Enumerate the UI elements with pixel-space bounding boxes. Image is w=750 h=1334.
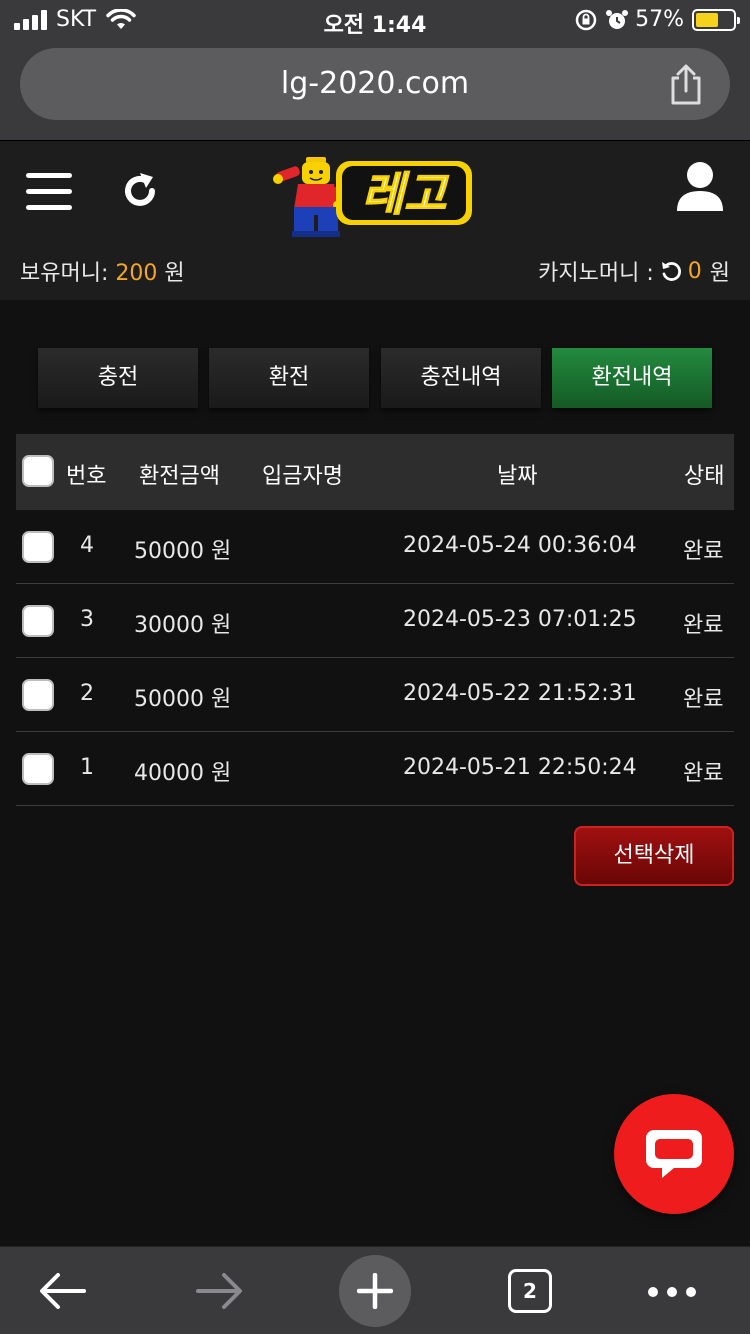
browser-top-bar: SKT 오전 1:44 57% lg-2020.com (0, 0, 750, 140)
column-header-amount: 환전금액 (139, 464, 220, 489)
row-date: 2024-05-22 21:52:31 (403, 681, 637, 706)
row-checkbox[interactable] (22, 531, 54, 563)
battery-icon (692, 8, 740, 31)
column-header-date: 날짜 (497, 464, 538, 489)
casino-money-value: 0 (687, 258, 702, 284)
table-header: 번호 환전금액 입금자명 날짜 상태 (16, 434, 734, 510)
row-status: 완료 (683, 761, 724, 786)
more-options-icon[interactable] (648, 1287, 696, 1297)
row-no: 4 (80, 533, 94, 558)
table-row: 3 30000 원 2024-05-23 07:01:25 완료 (16, 584, 734, 658)
tab-exchange[interactable]: 환전 (209, 348, 369, 408)
site-header: 레고 보유머니: 200 원 카지노머니 : 0 원 (0, 140, 750, 300)
exchange-history-table: 번호 환전금액 입금자명 날짜 상태 4 50000 원 2024-05-24 … (16, 434, 734, 806)
column-header-no: 번호 (66, 464, 107, 489)
row-date: 2024-05-21 22:50:24 (403, 755, 637, 780)
row-amount: 40000 원 (134, 761, 232, 786)
row-amount: 30000 원 (134, 613, 232, 638)
casino-money: 카지노머니 : 0 원 (538, 255, 730, 287)
logo-text: 레고 (362, 167, 449, 221)
row-checkbox[interactable] (22, 753, 54, 785)
select-all-checkbox[interactable] (22, 455, 54, 487)
hamburger-menu-icon[interactable] (26, 171, 72, 211)
table-row: 2 50000 원 2024-05-22 21:52:31 완료 (16, 658, 734, 732)
row-date: 2024-05-24 00:36:04 (403, 533, 637, 558)
table-row: 4 50000 원 2024-05-24 00:36:04 완료 (16, 510, 734, 584)
row-status: 완료 (683, 613, 724, 638)
url-bar[interactable]: lg-2020.com (20, 48, 730, 120)
tab-switcher-button[interactable]: 2 (508, 1269, 552, 1313)
chat-bubble-icon (646, 1130, 702, 1178)
row-amount: 50000 원 (134, 687, 232, 712)
tab-bar: 충전 환전 충전내역 환전내역 (38, 348, 712, 408)
forward-arrow-icon[interactable] (196, 1271, 244, 1311)
column-header-status: 상태 (684, 464, 725, 489)
holding-money: 보유머니: 200 원 (20, 255, 185, 287)
money-row: 보유머니: 200 원 카지노머니 : 0 원 (0, 253, 750, 289)
tab-charge-history[interactable]: 충전내역 (381, 348, 541, 408)
row-no: 3 (80, 607, 94, 632)
row-status: 완료 (683, 687, 724, 712)
url-text: lg-2020.com (280, 66, 470, 101)
table-row: 1 40000 원 2024-05-21 22:50:24 완료 (16, 732, 734, 806)
live-chat-button[interactable] (614, 1094, 734, 1214)
status-bar: SKT 오전 1:44 57% (0, 0, 750, 42)
row-amount: 50000 원 (134, 539, 232, 564)
refresh-casino-money-icon[interactable] (660, 260, 682, 282)
row-no: 1 (80, 755, 94, 780)
row-no: 2 (80, 681, 94, 706)
plus-icon (357, 1273, 393, 1309)
battery-percent: 57% (635, 7, 684, 32)
orientation-lock-icon (575, 9, 597, 30)
holding-money-label: 보유머니: (20, 261, 109, 286)
row-date: 2024-05-23 07:01:25 (403, 607, 637, 632)
holding-money-value: 200 (115, 261, 158, 286)
row-status: 완료 (683, 539, 724, 564)
casino-money-label: 카지노머니 : (538, 261, 654, 286)
tab-exchange-history[interactable]: 환전내역 (552, 348, 712, 408)
share-icon[interactable] (668, 64, 704, 106)
tab-charge[interactable]: 충전 (38, 348, 198, 408)
column-header-depositor: 입금자명 (262, 464, 343, 489)
delete-selected-button[interactable]: 선택삭제 (574, 826, 734, 886)
casino-money-unit: 원 (709, 261, 730, 286)
refresh-icon[interactable] (118, 169, 162, 213)
row-checkbox[interactable] (22, 679, 54, 711)
holding-money-unit: 원 (164, 261, 185, 286)
lego-logo[interactable]: 레고 (270, 151, 480, 239)
new-tab-button[interactable] (339, 1255, 411, 1327)
row-checkbox[interactable] (22, 605, 54, 637)
alarm-icon (606, 9, 629, 29)
user-icon[interactable] (676, 161, 724, 213)
back-arrow-icon[interactable] (38, 1271, 86, 1311)
browser-toolbar: 2 (0, 1246, 750, 1334)
